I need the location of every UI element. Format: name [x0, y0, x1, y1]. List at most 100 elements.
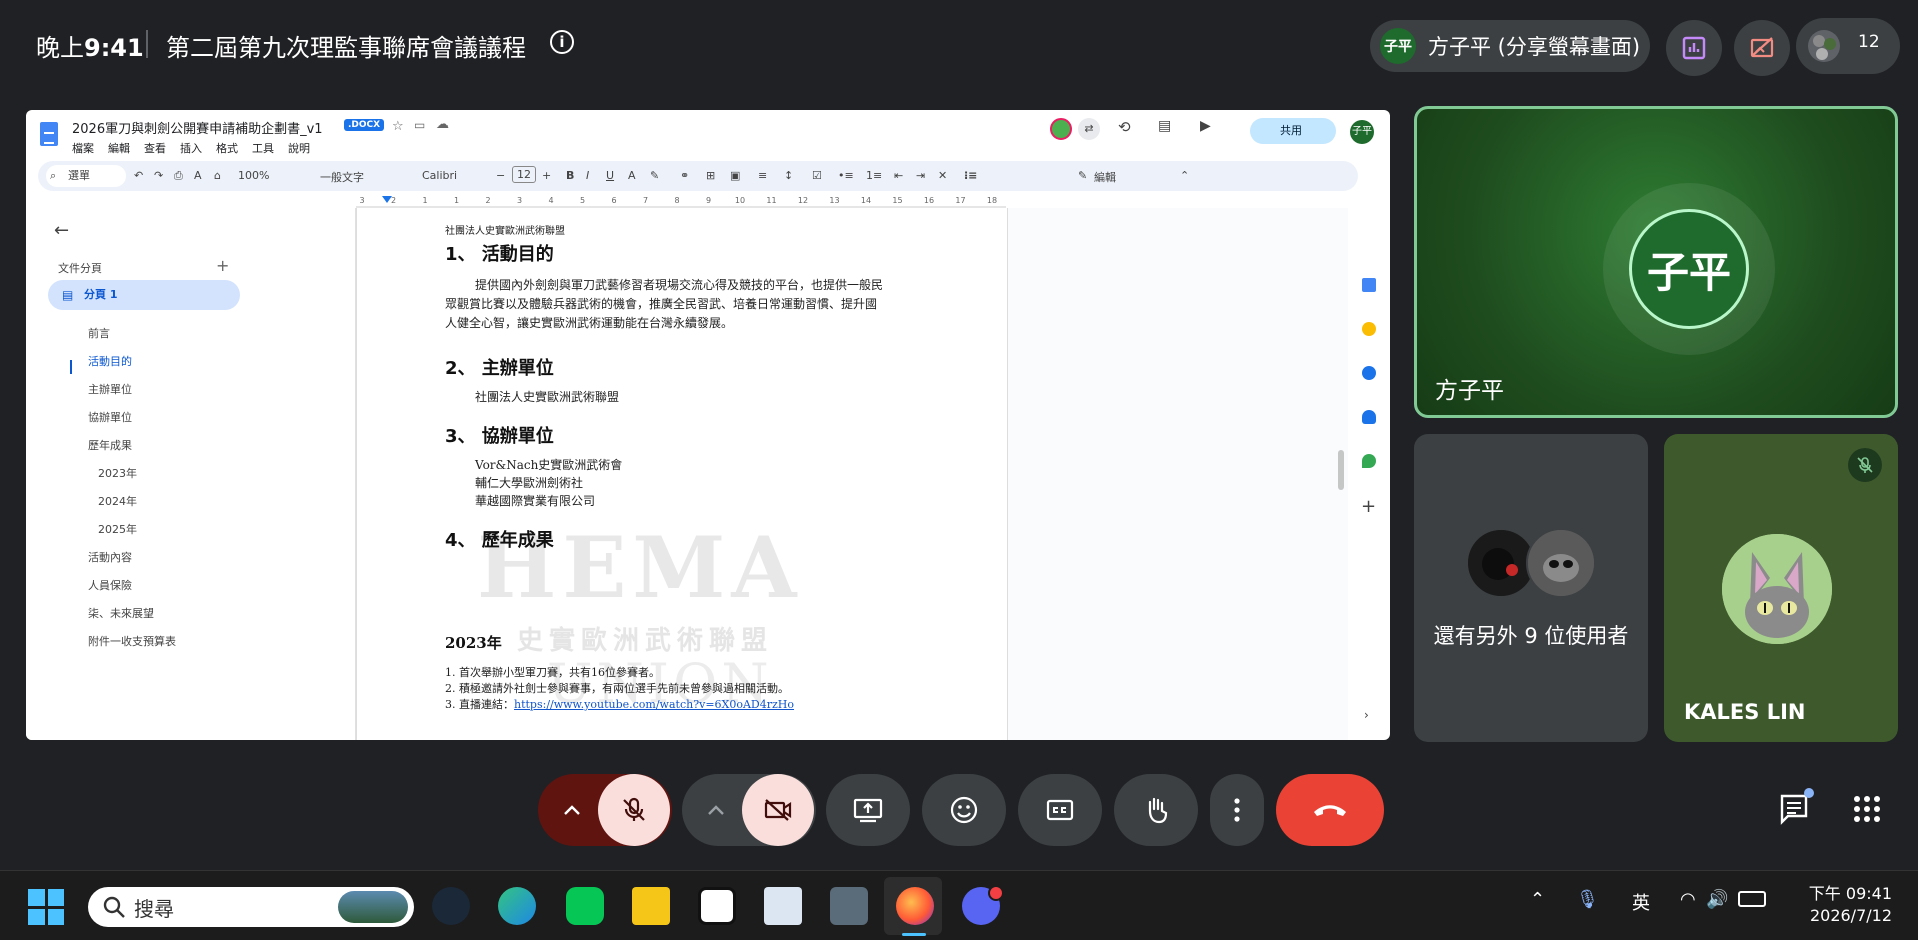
- present-screen-button[interactable]: [826, 774, 910, 846]
- document-page[interactable]: HEMA 史實歐洲武術聯盟 UNION 社團法人史實歐洲武術聯盟 1、 活動目的…: [356, 208, 1008, 740]
- activities-button[interactable]: [1666, 20, 1722, 76]
- bullet-list-icon[interactable]: •≡: [838, 169, 854, 182]
- ime-indicator[interactable]: 英: [1632, 889, 1650, 915]
- bold-icon[interactable]: B: [566, 169, 574, 182]
- outline-item-active[interactable]: 活動目的: [88, 348, 176, 376]
- line-spacing-icon[interactable]: ↕: [784, 169, 793, 182]
- menu-help[interactable]: 說明: [288, 140, 310, 156]
- collapse-toolbar-icon[interactable]: ⌃: [1180, 169, 1189, 182]
- start-button[interactable]: [28, 889, 64, 925]
- document-filename[interactable]: 2026軍刀與刺劍公開賽申請補助企劃書_v1: [72, 118, 323, 137]
- menu-file[interactable]: 檔案: [72, 140, 94, 156]
- audio-options-button[interactable]: [538, 774, 606, 846]
- print-icon[interactable]: ⎙: [174, 169, 183, 183]
- camera-off-tile-button[interactable]: [1734, 20, 1790, 76]
- outline-item[interactable]: 人員保險: [88, 572, 176, 600]
- video-options-button[interactable]: [682, 774, 750, 846]
- wifi-icon[interactable]: ◠: [1680, 889, 1696, 910]
- menu-search-input[interactable]: 選單: [46, 165, 126, 187]
- checklist-icon[interactable]: ☑: [812, 169, 822, 182]
- history-icon[interactable]: ⟲: [1118, 118, 1131, 136]
- back-arrow-icon[interactable]: ←: [54, 220, 69, 241]
- taskbar-search[interactable]: 搜尋: [88, 887, 414, 927]
- share-button[interactable]: 共用: [1250, 118, 1336, 144]
- meet-icon[interactable]: ▶: [1200, 118, 1211, 134]
- link-icon[interactable]: ⚭: [680, 169, 689, 182]
- menu-view[interactable]: 查看: [144, 140, 166, 156]
- dash-app-icon[interactable]: [698, 887, 736, 925]
- activities-menu-button[interactable]: [1852, 794, 1882, 824]
- outline-item[interactable]: 歷年成果: [88, 432, 176, 460]
- add-tab-icon[interactable]: +: [216, 256, 229, 275]
- outline-item[interactable]: 2025年: [88, 516, 176, 544]
- presenter-chip[interactable]: 子平 方子平 (分享螢幕畫面): [1370, 20, 1650, 72]
- chevron-up-icon[interactable]: ⌃: [1530, 889, 1545, 910]
- more-tools-icon[interactable]: ⁝≡: [964, 169, 977, 182]
- highlight-icon[interactable]: ✎: [650, 169, 659, 182]
- numbered-list-icon[interactable]: 1≡: [866, 169, 882, 182]
- calculator-icon[interactable]: [830, 887, 868, 925]
- mic-toggle-button[interactable]: [598, 774, 670, 846]
- battery-icon[interactable]: [1738, 891, 1766, 907]
- star-icon[interactable]: ☆: [392, 119, 404, 134]
- participant-tile-presenter[interactable]: 子平 方子平: [1414, 106, 1898, 418]
- firefox-icon[interactable]: [896, 887, 934, 925]
- style-select[interactable]: 一般文字: [320, 169, 364, 185]
- outline-item[interactable]: 活動內容: [88, 544, 176, 572]
- contacts-icon[interactable]: [1362, 410, 1376, 424]
- clear-format-icon[interactable]: ✕: [938, 169, 947, 182]
- add-app-icon[interactable]: +: [1361, 496, 1376, 517]
- outline-item[interactable]: 2023年: [88, 460, 176, 488]
- undo-icon[interactable]: ↶: [134, 169, 143, 182]
- outline-item[interactable]: 前言: [88, 320, 176, 348]
- tab-1[interactable]: 分頁 1: [48, 280, 240, 310]
- document-scrollbar[interactable]: [1338, 450, 1344, 490]
- outline-item[interactable]: 附件一收支預算表: [88, 628, 176, 656]
- menu-format[interactable]: 格式: [216, 140, 238, 156]
- text-color-icon[interactable]: A: [628, 169, 636, 182]
- reactions-button[interactable]: [922, 774, 1006, 846]
- font-size-increase[interactable]: +: [542, 169, 551, 182]
- cloud-status-icon[interactable]: ☁: [436, 117, 449, 132]
- increase-indent-icon[interactable]: ⇥: [916, 169, 925, 182]
- outline-item[interactable]: 柒、未來展望: [88, 600, 176, 628]
- keep-icon[interactable]: [1362, 322, 1376, 336]
- paint-format-icon[interactable]: ⌂: [214, 169, 221, 182]
- file-explorer-icon[interactable]: [632, 887, 670, 925]
- shared-screen-document[interactable]: 2026軍刀與刺劍公開賽申請補助企劃書_v1 .DOCX ☆ ▭ ☁ 檔案 編輯…: [26, 110, 1390, 740]
- chat-button[interactable]: [1778, 788, 1814, 826]
- zoom-select[interactable]: 100%: [238, 169, 269, 182]
- underline-icon[interactable]: U: [606, 169, 614, 182]
- info-icon[interactable]: i: [550, 30, 574, 54]
- ruler[interactable]: 3 2 1 1 2 3 4 5 6 7 8 9 10 11 12 13 14 15 16 17 18: [356, 194, 1006, 208]
- tasks-icon[interactable]: [1362, 366, 1376, 380]
- participant-tile-kales[interactable]: KALES LIN: [1664, 434, 1898, 742]
- raise-hand-button[interactable]: [1114, 774, 1198, 846]
- outline-item[interactable]: 主辦單位: [88, 376, 176, 404]
- system-clock[interactable]: 下午 09:41 2026/7/12: [1800, 883, 1892, 927]
- image-icon[interactable]: ▣: [730, 169, 740, 182]
- captions-button[interactable]: [1018, 774, 1102, 846]
- add-comment-icon[interactable]: ⊞: [706, 169, 715, 182]
- paint-icon[interactable]: [764, 887, 802, 925]
- spellcheck-icon[interactable]: A: [194, 169, 202, 182]
- menu-insert[interactable]: 插入: [180, 140, 202, 156]
- user-avatar[interactable]: 子平: [1350, 120, 1374, 144]
- italic-icon[interactable]: I: [586, 169, 589, 182]
- outline-item[interactable]: 協辦單位: [88, 404, 176, 432]
- menu-edit[interactable]: 編輯: [108, 140, 130, 156]
- decrease-indent-icon[interactable]: ⇤: [894, 169, 903, 182]
- camera-toggle-button[interactable]: [742, 774, 814, 846]
- indent-marker[interactable]: [382, 196, 392, 203]
- participant-tile-others[interactable]: 還有另外 9 位使用者: [1414, 434, 1648, 742]
- more-options-button[interactable]: [1210, 774, 1264, 846]
- move-folder-icon[interactable]: ▭: [414, 118, 425, 132]
- maps-icon[interactable]: [1362, 454, 1376, 468]
- redo-icon[interactable]: ↷: [154, 169, 163, 182]
- edge-icon[interactable]: [498, 887, 536, 925]
- outline-item[interactable]: 2024年: [88, 488, 176, 516]
- align-icon[interactable]: ≡: [758, 169, 767, 182]
- comment-icon[interactable]: ▤: [1158, 118, 1171, 134]
- font-size-decrease[interactable]: −: [496, 169, 505, 182]
- font-size-input[interactable]: 12: [512, 166, 536, 183]
